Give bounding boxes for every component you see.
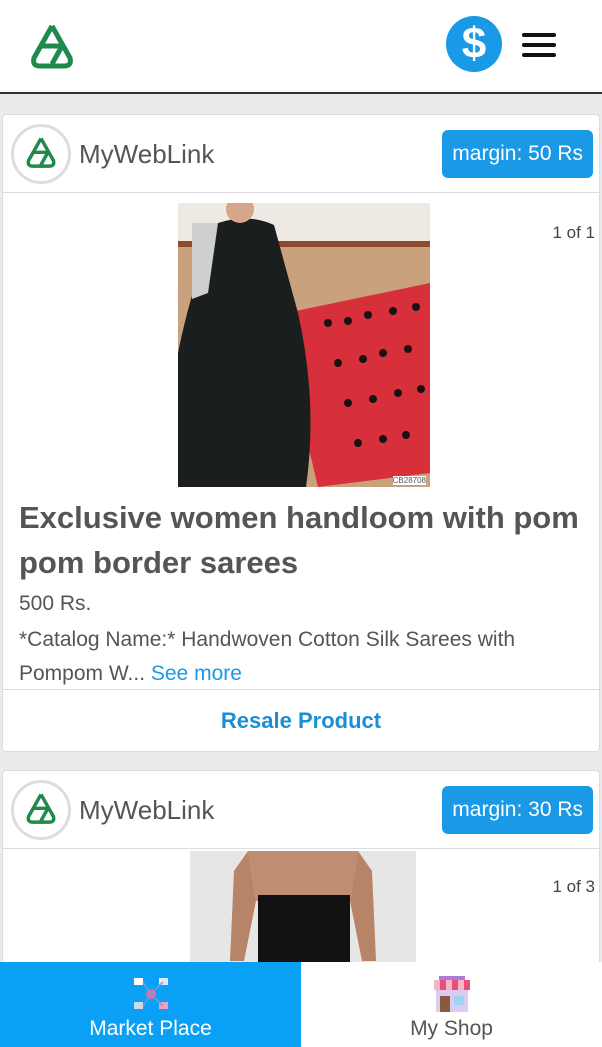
image-code: CB28708 <box>392 476 426 485</box>
tab-label: Market Place <box>89 1017 212 1040</box>
card-header: MyWebLink margin: 50 Rs <box>3 115 599 193</box>
see-more-link[interactable]: See more <box>151 662 242 685</box>
margin-badge: margin: 50 Rs <box>442 130 593 178</box>
top-app-bar: $ <box>0 0 602 94</box>
product-price: 500 Rs. <box>19 592 92 615</box>
triangle-knot-logo-icon <box>26 137 56 168</box>
triangle-knot-logo-icon <box>26 793 56 824</box>
seller-avatar <box>11 124 71 184</box>
shop-icon <box>433 976 470 1012</box>
bottom-navigation: Market Place My Shop <box>0 962 602 1047</box>
resale-product-button[interactable]: Resale Product <box>3 689 599 751</box>
description-text: *Catalog Name:* Handwoven Cotton Silk Sa… <box>19 628 516 685</box>
product-image[interactable] <box>190 851 416 969</box>
hamburger-menu-icon[interactable] <box>522 33 556 59</box>
tab-my-shop[interactable]: My Shop <box>301 962 602 1047</box>
product-card: MyWebLink margin: 30 Rs 1 of 3 <box>2 770 600 970</box>
product-card: MyWebLink margin: 50 Rs 1 of 1 CB28708 E… <box>2 114 600 752</box>
tab-market-place[interactable]: Market Place <box>0 962 301 1047</box>
product-image[interactable]: CB28708 <box>178 203 430 487</box>
card-header: MyWebLink margin: 30 Rs <box>3 771 599 849</box>
product-description: *Catalog Name:* Handwoven Cotton Silk Sa… <box>19 623 579 691</box>
product-title[interactable]: Exclusive women handloom with pom pom bo… <box>19 495 587 585</box>
tab-label: My Shop <box>410 1017 493 1040</box>
margin-badge: margin: 30 Rs <box>442 786 593 834</box>
image-counter: 1 of 1 <box>552 223 595 242</box>
marketplace-icon <box>133 978 168 1009</box>
seller-name: MyWebLink <box>79 795 215 825</box>
image-counter: 1 of 3 <box>552 877 595 896</box>
dollar-icon[interactable]: $ <box>446 16 502 72</box>
seller-name: MyWebLink <box>79 139 215 169</box>
app-logo-icon[interactable] <box>26 22 78 72</box>
seller-avatar <box>11 780 71 840</box>
